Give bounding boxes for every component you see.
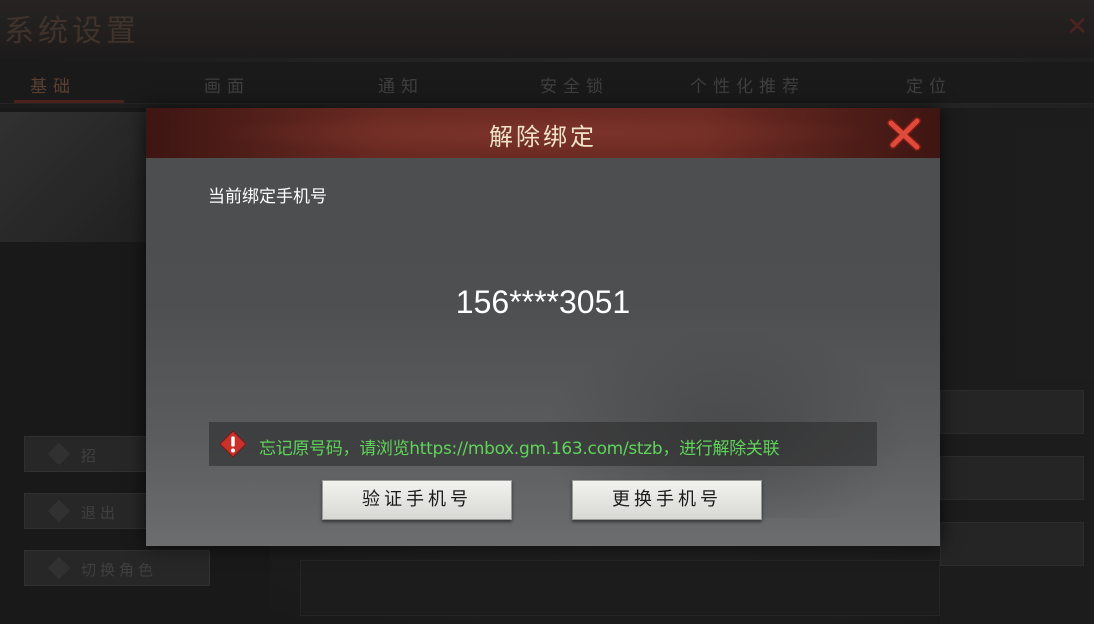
dialog-header: 解除绑定: [146, 108, 940, 158]
warning-icon: [219, 430, 247, 458]
verify-phone-button[interactable]: 验证手机号: [322, 480, 512, 520]
bound-phone-number: 156****3051: [455, 284, 631, 320]
unbind-dialog: 解除绑定 当前绑定手机号 156****3051 忘记原号码，请浏览https:…: [146, 108, 940, 546]
current-phone-label: 当前绑定手机号: [208, 187, 327, 207]
notice-bar: 忘记原号码，请浏览https://mbox.gm.163.com/stzb，进行…: [209, 422, 877, 466]
close-x-icon: [887, 117, 921, 151]
dialog-title: 解除绑定: [489, 123, 597, 151]
notice-text[interactable]: 忘记原号码，请浏览https://mbox.gm.163.com/stzb，进行…: [259, 434, 780, 459]
close-button[interactable]: [884, 114, 924, 154]
change-phone-button[interactable]: 更换手机号: [572, 480, 762, 520]
